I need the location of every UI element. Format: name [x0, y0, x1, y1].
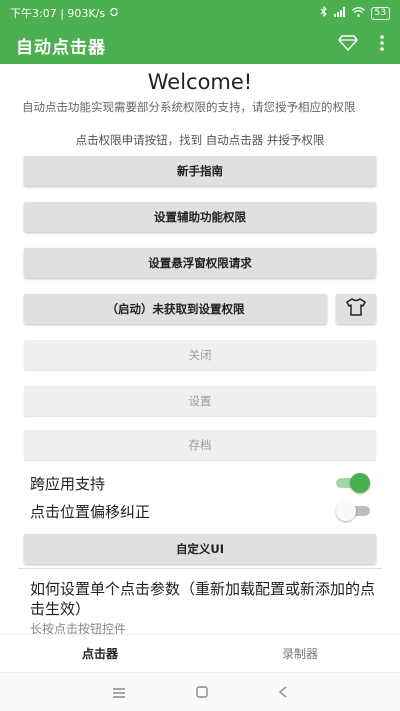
accessibility-permission-button[interactable]: 设置辅助功能权限: [24, 202, 376, 232]
overlay-permission-button[interactable]: 设置悬浮窗权限请求: [24, 248, 376, 278]
menu-icon[interactable]: [112, 683, 126, 702]
app-bar: 自动点击器: [0, 26, 400, 64]
tab-recorder[interactable]: 录制器: [200, 635, 400, 672]
system-nav-bar: [0, 672, 400, 711]
howto-subtitle: 长按点击按钮控件: [30, 622, 127, 634]
settings-button[interactable]: 设置: [24, 386, 376, 416]
signal-icon: [333, 6, 346, 20]
app-title: 自动点击器: [16, 37, 106, 58]
tab-clicker[interactable]: 点击器: [0, 635, 200, 672]
home-icon[interactable]: [196, 683, 208, 702]
offset-correction-switch[interactable]: [336, 501, 370, 521]
custom-ui-button[interactable]: 自定义UI: [24, 534, 376, 564]
permission-description: 自动点击功能实现需要部分系统权限的支持，请您授予相应的权限: [22, 100, 356, 114]
main-content[interactable]: Welcome! 自动点击功能实现需要部分系统权限的支持，请您授予相应的权限 点…: [0, 64, 400, 634]
cross-app-switch[interactable]: [336, 473, 370, 493]
diamond-icon[interactable]: [338, 35, 358, 55]
cross-app-label: 跨应用支持: [30, 474, 106, 493]
status-bar: 下午3:07 | 903K/s 53: [0, 0, 400, 26]
more-vert-icon[interactable]: [380, 35, 384, 55]
close-button[interactable]: 关闭: [24, 340, 376, 370]
back-icon[interactable]: [278, 683, 288, 702]
bluetooth-icon: [320, 5, 328, 20]
cross-app-row: 跨应用支持: [30, 470, 370, 496]
status-time: 下午3:07 | 903K/s: [10, 7, 106, 20]
guide-button[interactable]: 新手指南: [24, 156, 376, 186]
wifi-icon: [351, 6, 365, 20]
welcome-heading: Welcome!: [147, 70, 253, 94]
shirt-icon: [346, 298, 366, 320]
offset-correction-label: 点击位置偏移纠正: [30, 502, 151, 521]
archive-button[interactable]: 存档: [24, 430, 376, 460]
divider: [18, 568, 382, 569]
theme-button[interactable]: [336, 294, 376, 324]
permission-hint: 点击权限申请按钮，找到 自动点击器 并授予权限: [75, 133, 325, 147]
howto-title: 如何设置单个点击参数（重新加载配置或新添加的点击生效）: [30, 580, 376, 618]
sync-icon: [109, 7, 119, 20]
start-button[interactable]: （启动）未获取到设置权限: [24, 294, 327, 324]
battery-icon: 53: [370, 6, 390, 20]
bottom-nav: 点击器 录制器: [0, 634, 400, 672]
offset-correction-row: 点击位置偏移纠正: [30, 498, 370, 524]
